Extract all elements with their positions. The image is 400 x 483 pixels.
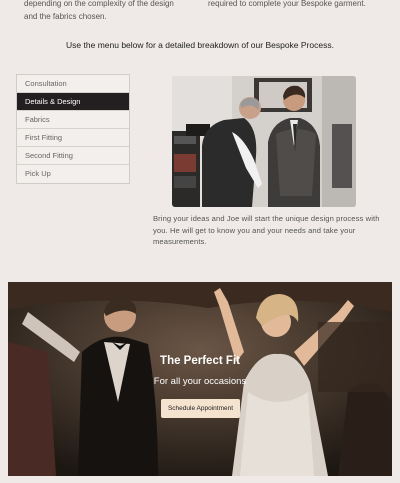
hero-subtitle: For all your occasions: [153, 376, 247, 387]
hero-title: The Perfect Fit: [160, 355, 240, 367]
menu-instruction: Use the menu below for a detailed breakd…: [66, 40, 334, 50]
hero-banner: The Perfect Fit For all your occasions S…: [8, 282, 392, 476]
menu-item-first-fitting[interactable]: First Fitting: [17, 129, 129, 147]
intro-text-right: required to complete your Bespoke garmen…: [208, 0, 366, 8]
menu-item-fabrics[interactable]: Fabrics: [17, 111, 129, 129]
tailor-fitting-photo: [172, 76, 356, 207]
menu-item-second-fitting[interactable]: Second Fitting: [17, 147, 129, 165]
menu-item-consultation[interactable]: Consultation: [17, 75, 129, 93]
step-description: Bring your ideas and Joe will start the …: [153, 214, 380, 246]
process-menu: Consultation Details & Design Fabrics Fi…: [16, 74, 130, 184]
menu-item-details-design[interactable]: Details & Design: [17, 93, 129, 111]
menu-item-pick-up[interactable]: Pick Up: [17, 165, 129, 183]
schedule-appointment-button[interactable]: Schedule Appointment: [161, 399, 240, 418]
intro-text-left: depending on the complexity of the desig…: [24, 0, 174, 21]
